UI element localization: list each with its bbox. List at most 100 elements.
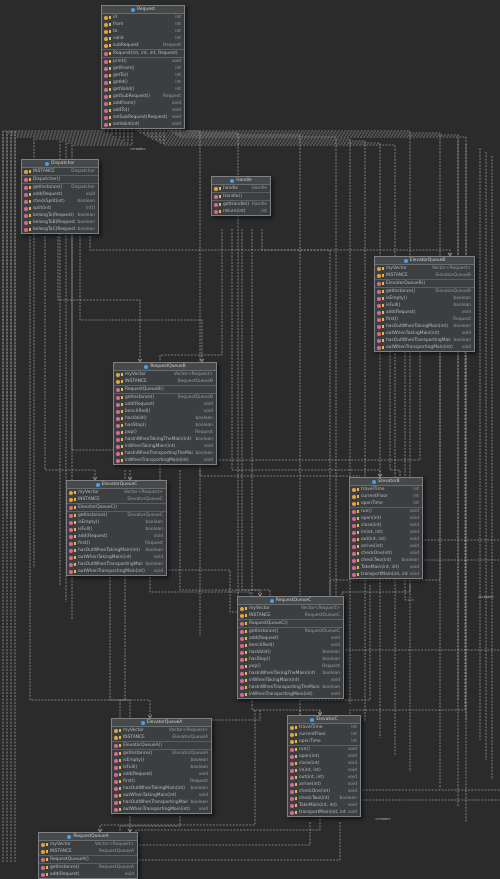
method-row[interactable]: hasOutWhenTransportingMain(int)boolean bbox=[375, 337, 474, 344]
method-row[interactable]: add(Request) void bbox=[112, 771, 211, 778]
class-elevator-queue-c[interactable]: ElevatorQueueC myVector Vector<Request> INS… bbox=[66, 480, 167, 576]
method-row[interactable]: hasInWhenTransportingTheMain(int)boolean bbox=[238, 684, 343, 691]
method-row[interactable]: print() void bbox=[102, 58, 184, 65]
method-row[interactable]: TakeMain(int, int) void bbox=[350, 564, 422, 571]
method-row[interactable]: getInstance() ElevatorQueueC bbox=[67, 512, 166, 519]
method-row[interactable]: out(int, int) void bbox=[350, 536, 422, 543]
class-header[interactable]: ElevatorB bbox=[350, 478, 422, 486]
class-dispatcher[interactable]: Dispatcher INSTANCE Dispatcher Dispatcher()… bbox=[21, 159, 99, 234]
method-row[interactable]: add(Request) void bbox=[114, 401, 216, 408]
method-row[interactable]: out(int, int) void bbox=[288, 774, 360, 781]
field-row[interactable]: openTime int bbox=[288, 738, 360, 745]
class-header[interactable]: Handle bbox=[212, 177, 270, 185]
method-row[interactable]: hasStop() boolean bbox=[114, 422, 216, 429]
field-row[interactable]: to int bbox=[102, 28, 184, 35]
method-row[interactable]: first() Request bbox=[375, 316, 474, 323]
method-row[interactable]: hasValid() boolean bbox=[114, 415, 216, 422]
field-row[interactable]: currentFloor int bbox=[350, 493, 422, 500]
method-row[interactable]: hasInWhenTransportingTheMain(int)boolean bbox=[114, 450, 216, 457]
field-row[interactable]: INSTANCE RequestQueueC bbox=[238, 612, 343, 619]
method-row[interactable]: setSubRequest(Request) void bbox=[102, 114, 184, 121]
method-row[interactable]: run() void bbox=[288, 746, 360, 753]
method-row[interactable]: outWhenTransportingMain(int) void bbox=[67, 568, 166, 575]
method-row[interactable]: outWhenTakingMain(int) void bbox=[375, 330, 474, 337]
field-row[interactable]: myVector Vector<Request> bbox=[238, 605, 343, 612]
method-row[interactable]: return(int) int bbox=[212, 208, 270, 215]
field-row[interactable]: INSTANCE ElevatorQueueB bbox=[375, 272, 474, 279]
field-row[interactable]: id int bbox=[102, 14, 184, 21]
method-row[interactable]: getValid() int bbox=[102, 86, 184, 93]
method-row[interactable]: benchRed() void bbox=[114, 408, 216, 415]
method-row[interactable]: hasOutWhenTransportingMain(int)boolean bbox=[67, 561, 166, 568]
method-row[interactable]: getId() int bbox=[102, 79, 184, 86]
constructor-row[interactable]: Request(int, int, int, Request) bbox=[102, 50, 184, 57]
field-row[interactable]: travelTime int bbox=[288, 724, 360, 731]
method-row[interactable]: hasOutWhenTakingMain(int) boolean bbox=[67, 547, 166, 554]
field-row[interactable]: myVector Vector<Request> bbox=[39, 841, 137, 848]
method-row[interactable]: addTo() void bbox=[102, 107, 184, 114]
method-row[interactable]: close(int) void bbox=[350, 522, 422, 529]
method-row[interactable]: TakeMain(int, int) void bbox=[288, 802, 360, 809]
field-row[interactable]: INSTANCE Dispatcher bbox=[22, 168, 98, 175]
constructor-row[interactable]: Dispatcher() bbox=[22, 176, 98, 183]
method-row[interactable]: getHandle() Handle bbox=[212, 201, 270, 208]
method-row[interactable]: add(Request) void bbox=[238, 635, 343, 642]
method-row[interactable]: open(int) void bbox=[350, 515, 422, 522]
method-row[interactable]: in(int, int) void bbox=[350, 529, 422, 536]
class-header[interactable]: Request bbox=[102, 6, 184, 14]
method-row[interactable]: getInstance() ElevatorQueueB bbox=[375, 288, 474, 295]
method-row[interactable]: arrive(int) void bbox=[350, 543, 422, 550]
method-row[interactable]: first() Request bbox=[67, 540, 166, 547]
method-row[interactable]: hasInWhenTakingTheMain(int) boolean bbox=[114, 436, 216, 443]
method-row[interactable]: getInstance() RequestQueueB bbox=[114, 394, 216, 401]
class-header[interactable]: ElevatorQueueA bbox=[112, 719, 211, 727]
field-row[interactable]: currentFloor int bbox=[288, 731, 360, 738]
field-row[interactable]: myVector Vector<Request> bbox=[114, 371, 216, 378]
method-row[interactable]: inWhenTakingMain(int) void bbox=[114, 443, 216, 450]
class-header[interactable]: ElevatorQueueC bbox=[67, 481, 166, 489]
class-header[interactable]: RequestQueueA bbox=[39, 833, 137, 841]
constructor-row[interactable]: ElevatorQueueB() bbox=[375, 280, 474, 287]
method-row[interactable]: getInstance() RequestQueueC bbox=[238, 628, 343, 635]
field-row[interactable]: openTime int bbox=[350, 500, 422, 507]
method-row[interactable]: outWhenTakingMain(int) void bbox=[67, 554, 166, 561]
method-row[interactable]: belongTo(Request) boolean bbox=[22, 212, 98, 219]
class-elevator-queue-a[interactable]: ElevatorQueueA myVector Vector<Request> INS… bbox=[111, 718, 212, 814]
class-request-queue-c[interactable]: RequestQueueC myVector Vector<Request> INST… bbox=[237, 596, 344, 699]
field-row[interactable]: INSTANCE ElevatorQueueC bbox=[67, 496, 166, 503]
field-row[interactable]: valid int bbox=[102, 35, 184, 42]
method-row[interactable]: isEmpty() boolean bbox=[67, 519, 166, 526]
field-row[interactable]: from int bbox=[102, 21, 184, 28]
method-row[interactable]: getFrom() int bbox=[102, 65, 184, 72]
method-row[interactable]: run() void bbox=[350, 508, 422, 515]
field-row[interactable]: INSTANCE RequestQueueB bbox=[114, 378, 216, 385]
class-header[interactable]: RequestQueueB bbox=[114, 363, 216, 371]
method-row[interactable]: hasInWhenTakingTheMain(int) boolean bbox=[238, 670, 343, 677]
method-row[interactable]: isEmpty() boolean bbox=[375, 295, 474, 302]
field-row[interactable]: myVector Vector<Request> bbox=[67, 489, 166, 496]
class-header[interactable]: ElevatorQueueB bbox=[375, 257, 474, 265]
constructor-row[interactable]: Handle() bbox=[212, 193, 270, 200]
class-elevator-queue-b[interactable]: ElevatorQueueB myVector Vector<Request> INS… bbox=[374, 256, 475, 352]
method-row[interactable]: isFull() boolean bbox=[112, 764, 211, 771]
method-row[interactable]: hasOutWhenTakingMain(int) boolean bbox=[112, 785, 211, 792]
class-header[interactable]: RequestQueueC bbox=[238, 597, 343, 605]
method-row[interactable]: hasValid() boolean bbox=[238, 649, 343, 656]
method-row[interactable]: hasStop() boolean bbox=[238, 656, 343, 663]
method-row[interactable]: open(int) void bbox=[288, 753, 360, 760]
field-row[interactable]: INSTANCE RequestQueueA bbox=[39, 848, 137, 855]
method-row[interactable]: isFull() boolean bbox=[67, 526, 166, 533]
field-row[interactable]: subRequest Request bbox=[102, 42, 184, 49]
field-row[interactable]: myVector Vector<Request> bbox=[375, 265, 474, 272]
method-row[interactable]: checkOne(int) void bbox=[350, 550, 422, 557]
method-row[interactable]: first() Request bbox=[112, 778, 211, 785]
method-row[interactable]: inWhenTransportingMain(int) void bbox=[114, 457, 216, 464]
method-row[interactable]: close(int) void bbox=[288, 760, 360, 767]
method-row[interactable]: getSubRequest() Request bbox=[102, 93, 184, 100]
method-row[interactable]: isEmpty() boolean bbox=[112, 757, 211, 764]
method-row[interactable]: transportMain(int, int) void bbox=[288, 809, 360, 816]
method-row[interactable]: addFrom() void bbox=[102, 100, 184, 107]
method-row[interactable]: belongToB(Request) boolean bbox=[22, 219, 98, 226]
method-row[interactable]: benchRed() void bbox=[238, 642, 343, 649]
method-row[interactable]: belongToC(Request) boolean bbox=[22, 226, 98, 233]
